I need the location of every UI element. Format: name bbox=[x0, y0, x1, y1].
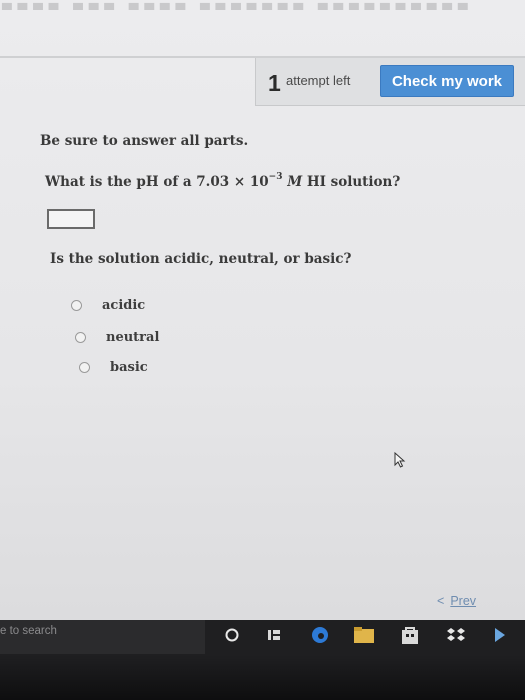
option-label-basic: basic bbox=[110, 360, 148, 375]
mouse-cursor-icon bbox=[393, 451, 409, 473]
check-my-work-button[interactable]: Check my work bbox=[380, 65, 514, 97]
edge-icon[interactable] bbox=[308, 624, 332, 646]
question-part-1: What is the pH of a 7.03 × 10−3 M HI sol… bbox=[45, 172, 400, 190]
chevron-left-icon: < bbox=[437, 594, 445, 608]
radio-neutral[interactable] bbox=[75, 332, 86, 343]
radio-basic[interactable] bbox=[79, 362, 90, 373]
app-icon[interactable] bbox=[488, 624, 512, 646]
exponent: −3 bbox=[268, 172, 283, 182]
question-part-2: Is the solution acidic, neutral, or basi… bbox=[50, 251, 352, 267]
cropped-page-title: ▪▪▪▪ ▪▪▪ ▪▪▪▪ ▪▪▪▪▪▪▪ ▪▪▪▪▪▪▪▪▪▪ bbox=[0, 0, 525, 10]
attempt-count: 1 bbox=[268, 70, 281, 96]
question-part-1-prefix: What is the pH of a 7.03 × 10 bbox=[45, 174, 269, 190]
option-label-acidic: acidic bbox=[102, 298, 146, 313]
taskbar-shadow bbox=[0, 655, 525, 700]
option-neutral[interactable]: neutral bbox=[75, 330, 159, 345]
ph-answer-input[interactable] bbox=[47, 209, 95, 229]
task-view-icon[interactable] bbox=[262, 624, 286, 646]
molarity-unit: M bbox=[287, 174, 303, 190]
question-part-1-suffix: HI solution? bbox=[302, 174, 401, 190]
cortana-icon[interactable] bbox=[220, 624, 244, 646]
radio-acidic[interactable] bbox=[71, 300, 82, 311]
option-basic[interactable]: basic bbox=[79, 360, 148, 375]
prev-label: Prev bbox=[450, 594, 477, 608]
instructions: Be sure to answer all parts. bbox=[40, 133, 249, 149]
option-label-neutral: neutral bbox=[106, 330, 160, 345]
prev-link[interactable]: < Prev bbox=[437, 594, 476, 608]
file-explorer-icon[interactable] bbox=[352, 624, 376, 646]
attempt-label: attempt left bbox=[286, 73, 351, 88]
taskbar-search-text: e to search bbox=[0, 625, 57, 637]
store-icon[interactable] bbox=[398, 624, 422, 646]
dropbox-icon[interactable] bbox=[444, 624, 468, 646]
option-acidic[interactable]: acidic bbox=[71, 298, 145, 313]
